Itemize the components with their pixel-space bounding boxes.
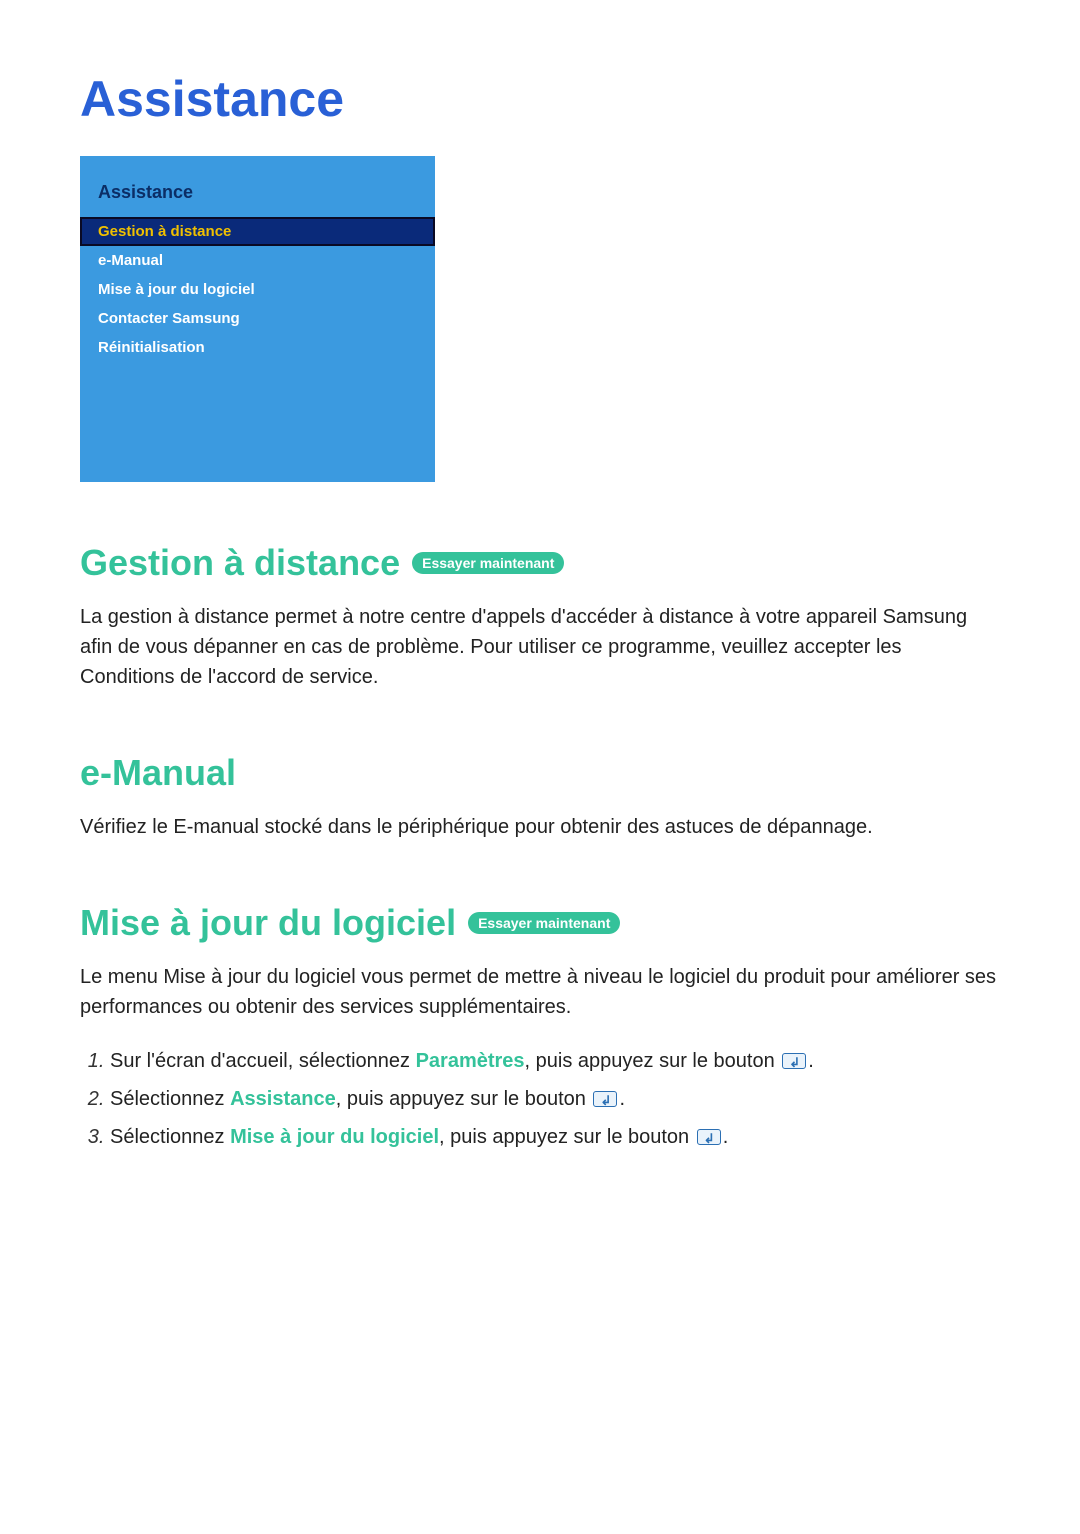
section-gestion-distance: Gestion à distance Essayer maintenant La… bbox=[80, 542, 1000, 692]
enter-icon bbox=[782, 1053, 806, 1069]
try-now-badge[interactable]: Essayer maintenant bbox=[412, 552, 564, 574]
enter-icon bbox=[593, 1091, 617, 1107]
enter-icon bbox=[697, 1129, 721, 1145]
keyword-assistance: Assistance bbox=[230, 1088, 336, 1110]
menu-item-mise-a-jour[interactable]: Mise à jour du logiciel bbox=[80, 275, 435, 304]
assistance-menu-panel: Assistance Gestion à distance e-Manual M… bbox=[80, 156, 435, 482]
maj-steps: Sur l'écran d'accueil, sélectionnez Para… bbox=[80, 1042, 1000, 1156]
menu-header: Assistance bbox=[80, 182, 435, 217]
heading-emanual: e-Manual bbox=[80, 752, 236, 794]
step-3: Sélectionnez Mise à jour du logiciel, pu… bbox=[110, 1118, 1000, 1156]
keyword-mise-a-jour: Mise à jour du logiciel bbox=[230, 1126, 439, 1148]
menu-item-contacter-samsung[interactable]: Contacter Samsung bbox=[80, 304, 435, 333]
menu-item-emanual[interactable]: e-Manual bbox=[80, 246, 435, 275]
menu-item-gestion-distance[interactable]: Gestion à distance bbox=[80, 217, 435, 246]
maj-body: Le menu Mise à jour du logiciel vous per… bbox=[80, 962, 1000, 1022]
gestion-body: La gestion à distance permet à notre cen… bbox=[80, 602, 1000, 692]
emanual-body: Vérifiez le E-manual stocké dans le péri… bbox=[80, 812, 1000, 842]
section-mise-a-jour: Mise à jour du logiciel Essayer maintena… bbox=[80, 902, 1000, 1156]
menu-item-reinitialisation[interactable]: Réinitialisation bbox=[80, 333, 435, 362]
step-1: Sur l'écran d'accueil, sélectionnez Para… bbox=[110, 1042, 1000, 1080]
step-2: Sélectionnez Assistance, puis appuyez su… bbox=[110, 1080, 1000, 1118]
keyword-parametres: Paramètres bbox=[416, 1050, 525, 1072]
section-emanual: e-Manual Vérifiez le E-manual stocké dan… bbox=[80, 752, 1000, 842]
heading-gestion-distance: Gestion à distance bbox=[80, 542, 400, 584]
page-title: Assistance bbox=[80, 70, 1000, 128]
heading-mise-a-jour: Mise à jour du logiciel bbox=[80, 902, 456, 944]
try-now-badge[interactable]: Essayer maintenant bbox=[468, 912, 620, 934]
